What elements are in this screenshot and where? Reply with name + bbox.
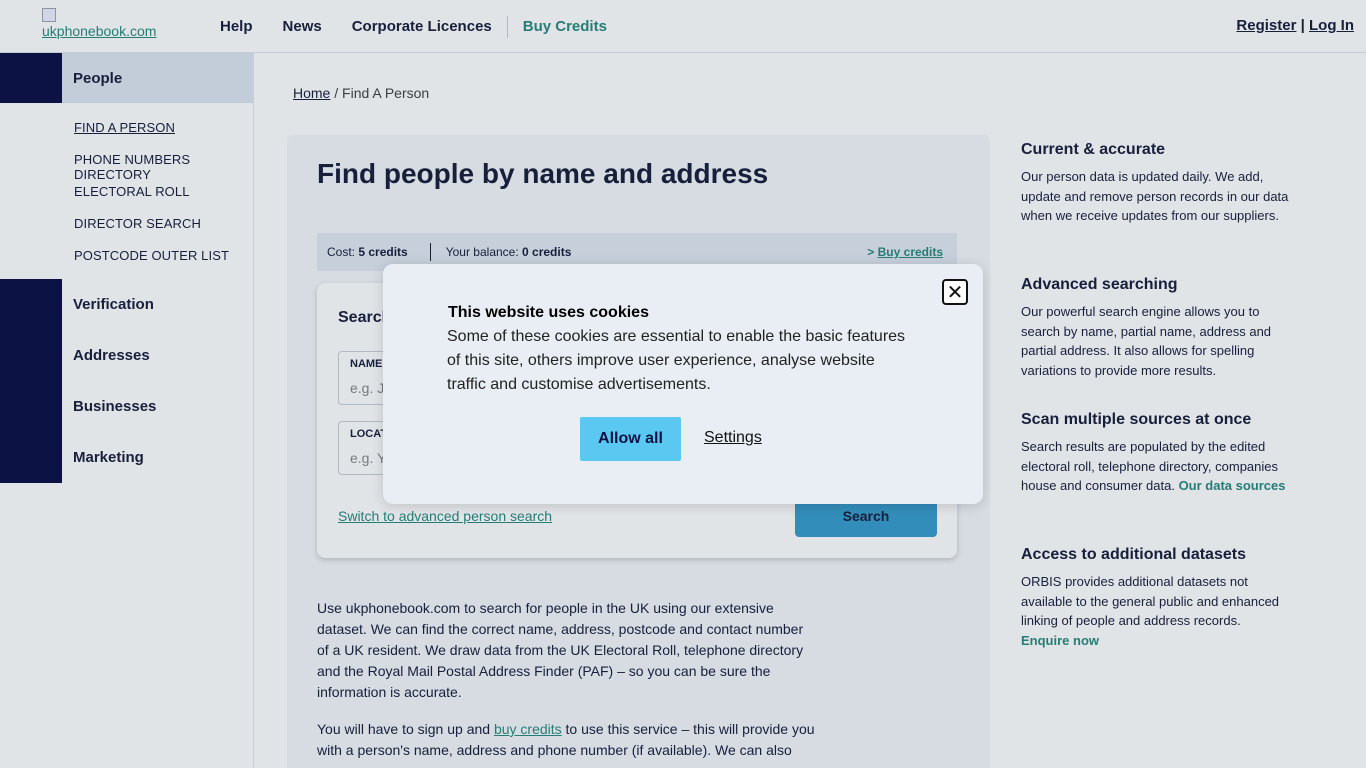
cookie-overlay: ✕ This website uses cookies Some of thes… [0, 0, 1366, 768]
cookie-title: This website uses cookies [448, 304, 649, 321]
close-icon[interactable]: ✕ [942, 279, 968, 305]
allow-all-button[interactable]: Allow all [580, 417, 681, 461]
cookie-dialog: ✕ This website uses cookies Some of thes… [383, 264, 983, 504]
cookie-body: Some of these cookies are essential to e… [447, 328, 906, 393]
cookie-settings-link[interactable]: Settings [704, 429, 762, 447]
